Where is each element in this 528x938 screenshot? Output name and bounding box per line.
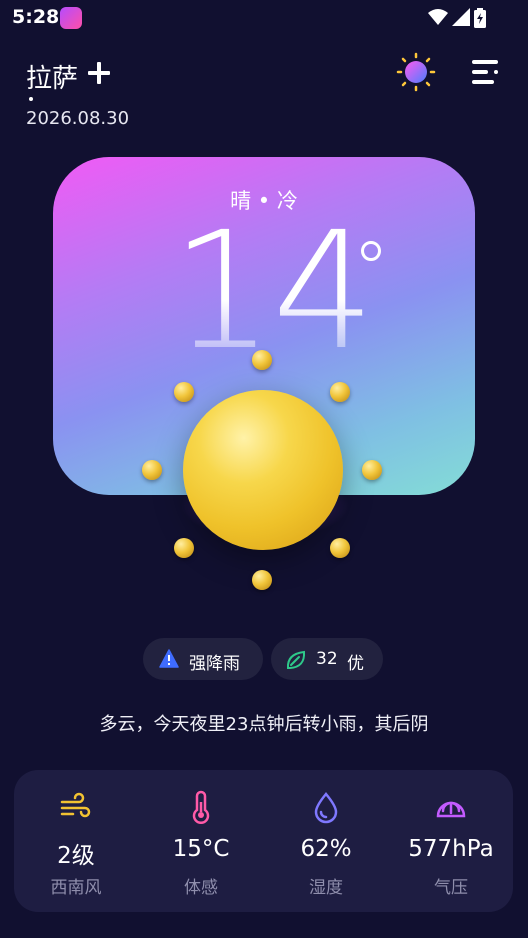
detail-pressure: 577hPa 气压 (389, 770, 513, 912)
wind-icon (60, 792, 91, 818)
sun-ray-bead (252, 350, 272, 370)
feels-like-label: 体感 (184, 878, 218, 898)
weather-app-notification-icon (60, 7, 82, 29)
status-bar: 5:28 (0, 0, 528, 36)
page-indicator-dot (29, 97, 33, 101)
wind-value: 2级 (57, 843, 95, 869)
wind-label: 西南风 (50, 878, 102, 898)
detail-wind: 2级 西南风 (14, 770, 138, 912)
detail-humidity: 62% 湿度 (264, 770, 388, 912)
sun-ray-bead (330, 382, 350, 402)
sun-ray-bead (174, 382, 194, 402)
thermometer-icon (192, 790, 210, 824)
wifi-icon (428, 9, 448, 25)
aqi-value: 32 (316, 649, 338, 669)
weather-details-card: 2级 西南风 15°C 体感 62% 湿度 577hPa 气压 (14, 770, 513, 912)
theme-sun-icon[interactable] (396, 52, 436, 92)
air-quality-chip[interactable]: 32 优 (271, 638, 383, 680)
weather-warning-chip[interactable]: 强降雨 (143, 638, 263, 680)
droplet-icon (314, 792, 338, 824)
current-temperature: 14 (171, 198, 375, 386)
status-time: 5:28 (12, 6, 60, 28)
detail-feels-like: 15°C 体感 (139, 770, 263, 912)
date-label: 2026.08.30 (26, 108, 130, 129)
add-city-icon[interactable] (88, 62, 110, 84)
sun-ray-bead (252, 570, 272, 590)
pressure-value: 577hPa (408, 836, 494, 862)
signal-icon (452, 8, 470, 26)
status-indicators (428, 8, 488, 30)
gauge-icon (436, 801, 466, 818)
feels-like-value: 15°C (172, 836, 230, 862)
sun-illustration (183, 390, 343, 550)
warning-icon (159, 649, 179, 668)
leaf-icon (286, 650, 306, 669)
sun-ray-bead (142, 460, 162, 480)
humidity-value: 62% (300, 836, 352, 862)
sun-ray-bead (330, 538, 350, 558)
city-name: 拉萨 (26, 64, 79, 94)
humidity-label: 湿度 (309, 878, 343, 898)
pressure-label: 气压 (434, 878, 468, 898)
menu-icon[interactable] (470, 58, 502, 86)
forecast-summary: 多云，今天夜里23点钟后转小雨，其后阴 (99, 714, 429, 735)
battery-icon (474, 8, 486, 28)
sun-ray-bead (362, 460, 382, 480)
aqi-level: 优 (347, 654, 364, 674)
degree-symbol (361, 241, 381, 261)
warning-text: 强降雨 (189, 654, 240, 674)
sun-ray-bead (174, 538, 194, 558)
